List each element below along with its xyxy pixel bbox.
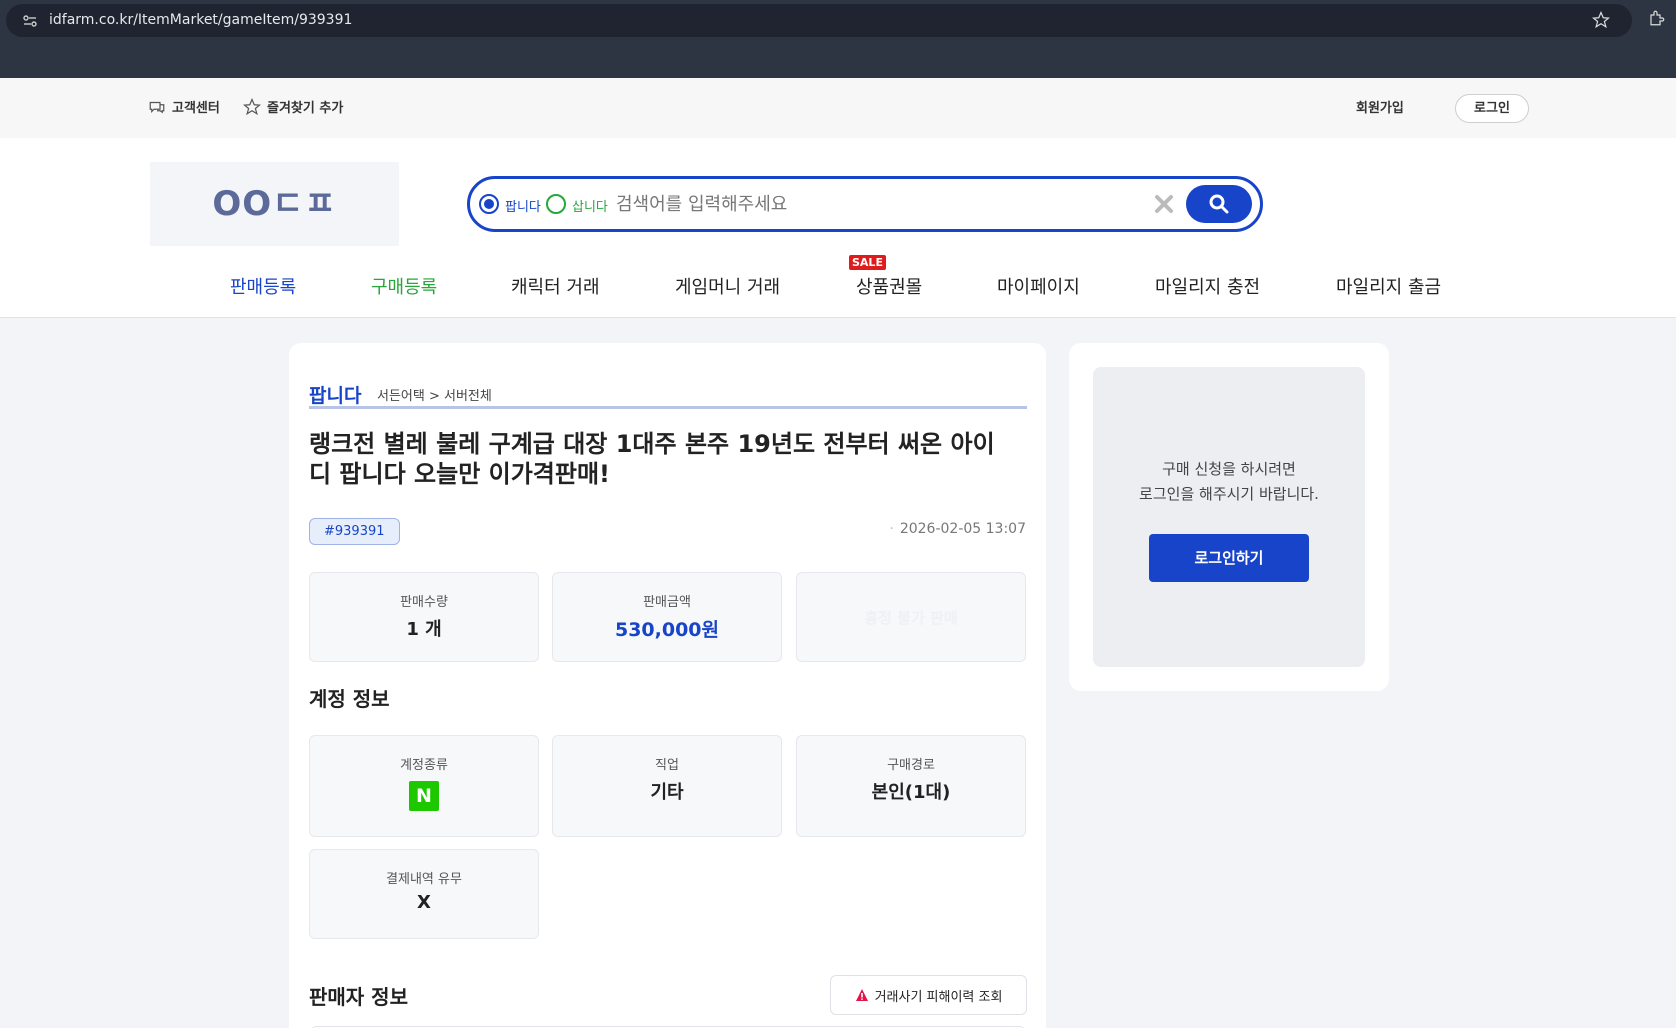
field-label: 결제내역 유무 — [386, 872, 462, 887]
field-purchase-route: 구매경로 본인(1대) — [796, 735, 1026, 837]
stat-negotiation: 흥정 불가 판매 — [796, 572, 1026, 662]
nav-gift-card-mall[interactable]: 상품권몰 — [856, 273, 922, 299]
scam-check-button[interactable]: 거래사기 피해이력 조회 — [830, 975, 1027, 1015]
field-label: 계정종류 — [400, 758, 448, 773]
star-icon — [243, 97, 261, 115]
nav-mileage-charge[interactable]: 마일리지 충전 — [1155, 273, 1260, 299]
search-icon — [1209, 194, 1229, 214]
item-id-badge: #939391 — [309, 518, 400, 545]
field-job: 직업 기타 — [552, 735, 782, 837]
login-prompt-line2: 로그인을 해주시기 바랍니다. — [1139, 485, 1319, 503]
stat-value: 530,000원 — [614, 619, 720, 641]
nav-sell-register[interactable]: 판매등록 — [230, 273, 296, 299]
search-button[interactable] — [1186, 185, 1252, 223]
radio-sell[interactable] — [479, 194, 499, 214]
field-account-type: 계정종류 N — [309, 735, 539, 837]
sale-badge: SALE — [849, 255, 886, 270]
login-prompt-panel: 구매 신청을 하시려면 로그인을 해주시기 바랍니다. 로그인하기 — [1093, 367, 1365, 667]
stat-price: 판매금액 530,000원 — [552, 572, 782, 662]
url-text[interactable]: idfarm.co.kr/ItemMarket/gameItem/939391 — [49, 12, 352, 28]
nav-character-trade[interactable]: 캐릭터 거래 — [511, 273, 600, 299]
browser-chrome: idfarm.co.kr/ItemMarket/gameItem/939391 — [0, 0, 1676, 78]
warning-icon — [855, 989, 868, 1001]
login-prompt-line1: 구매 신청을 하시려면 — [1162, 460, 1296, 478]
scam-check-label: 거래사기 피해이력 조회 — [874, 989, 1003, 1005]
stat-value: 1 개 — [406, 619, 442, 640]
extensions-icon[interactable] — [1648, 9, 1666, 27]
field-value: 본인(1대) — [871, 782, 951, 803]
account-info-title: 계정 정보 — [309, 687, 390, 711]
stat-value: 흥정 불가 판매 — [864, 609, 958, 627]
purchase-side-card: 구매 신청을 하시려면 로그인을 해주시기 바랍니다. 로그인하기 — [1069, 343, 1389, 691]
stat-label: 판매수량 — [400, 595, 448, 610]
nav-mileage-withdraw[interactable]: 마일리지 출금 — [1336, 273, 1441, 299]
site-logo[interactable]: OOㄷㅍ — [150, 162, 399, 246]
login-prompt-message: 구매 신청을 하시려면 로그인을 해주시기 바랍니다. — [1093, 457, 1365, 507]
clear-icon[interactable] — [1153, 193, 1175, 215]
item-detail-card: 팝니다 서든어택 > 서버전체 랭크전 별레 불레 구계급 대장 1대주 본주 … — [289, 343, 1046, 1028]
bookmark-star-icon[interactable] — [1592, 11, 1610, 29]
search-box: 팝니다 삽니다 — [467, 176, 1263, 232]
search-input[interactable] — [616, 187, 1086, 221]
stat-quantity: 판매수량 1 개 — [309, 572, 539, 662]
naver-icon: N — [409, 781, 439, 811]
util-bar: 고객센터 즐겨찾기 추가 회원가입 — [0, 78, 1676, 138]
add-favorite-link[interactable]: 즐겨찾기 추가 — [243, 97, 343, 116]
radio-sell-label[interactable]: 팝니다 — [505, 196, 541, 215]
category-path: 서든어택 > 서버전체 — [377, 389, 492, 404]
trade-type: 팝니다 — [309, 385, 362, 407]
nav-buy-register[interactable]: 구매등록 — [371, 273, 437, 299]
site-header: OOㄷㅍ 팝니다 삽니다 판매등록 구매등록 캐릭터 거래 게임머니 거래 상품… — [0, 138, 1676, 318]
nav-mypage[interactable]: 마이페이지 — [997, 273, 1080, 299]
radio-buy[interactable] — [546, 194, 566, 214]
customer-center-link[interactable]: 고객센터 — [148, 97, 220, 116]
customer-center-label: 고객센터 — [172, 101, 220, 116]
stat-label: 판매금액 — [643, 595, 691, 610]
breadcrumb: 팝니다 서든어택 > 서버전체 — [309, 381, 1027, 409]
field-label: 구매경로 — [887, 758, 935, 773]
signup-link[interactable]: 회원가입 — [1356, 97, 1404, 116]
chat-icon — [149, 101, 165, 113]
field-label: 직업 — [655, 758, 679, 773]
item-date-value: 2026-02-05 13:07 — [899, 521, 1026, 537]
field-payment-history: 결제내역 유무 X — [309, 849, 539, 939]
side-login-button[interactable]: 로그인하기 — [1149, 534, 1309, 582]
radio-buy-label[interactable]: 삽니다 — [572, 196, 608, 215]
seller-info-title: 판매자 정보 — [309, 985, 408, 1009]
add-favorite-label: 즐겨찾기 추가 — [267, 101, 344, 116]
address-bar[interactable]: idfarm.co.kr/ItemMarket/gameItem/939391 — [6, 4, 1632, 37]
site-info-icon[interactable] — [22, 13, 38, 29]
login-button[interactable]: 로그인 — [1455, 94, 1529, 123]
field-value: X — [417, 892, 431, 913]
item-date: · 2026-02-05 13:07 — [889, 521, 1026, 537]
field-value: 기타 — [650, 782, 684, 803]
nav-game-money-trade[interactable]: 게임머니 거래 — [675, 273, 780, 299]
item-title: 랭크전 별레 불레 구계급 대장 1대주 본주 19년도 전부터 써온 아이디 … — [309, 430, 995, 488]
